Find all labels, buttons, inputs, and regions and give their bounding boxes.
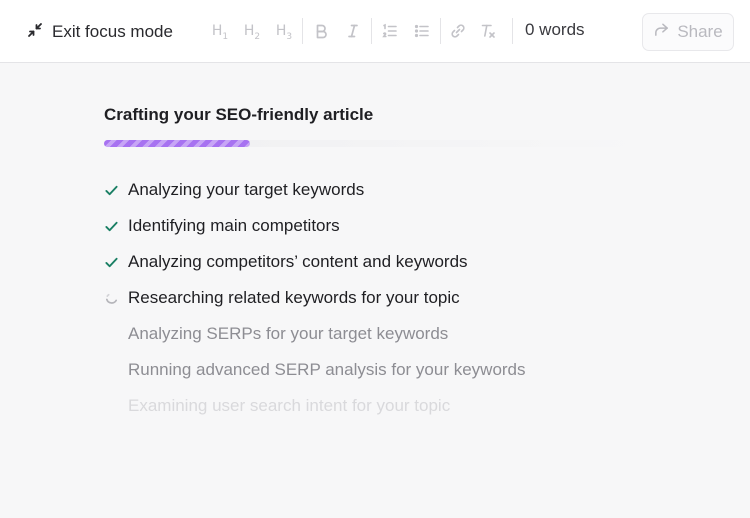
- step-placeholder: [104, 358, 128, 382]
- step-item: Examining user search intent for your to…: [104, 388, 624, 424]
- clear-formatting-icon: [479, 22, 497, 43]
- progress-bar-fill: [104, 140, 250, 147]
- link-icon: [449, 22, 467, 43]
- exit-focus-mode-button[interactable]: Exit focus mode: [26, 19, 173, 45]
- heading-1-button[interactable]: H1: [208, 20, 232, 44]
- step-label: Analyzing your target keywords: [128, 180, 365, 199]
- share-button[interactable]: Share: [642, 13, 734, 51]
- step-item: Running advanced SERP analysis for your …: [104, 352, 624, 388]
- step-label: Analyzing competitors’ content and keywo…: [128, 252, 468, 271]
- bullet-list-icon: [413, 22, 431, 43]
- page-title: Crafting your SEO-friendly article: [104, 105, 374, 124]
- bold-button[interactable]: [309, 20, 333, 44]
- step-item: Identifying main competitors: [104, 208, 624, 244]
- step-list: Analyzing your target keywords Identifyin…: [104, 172, 624, 424]
- progress-bar: [104, 140, 644, 147]
- step-label: Analyzing SERPs for your target keywords: [128, 324, 449, 343]
- numbered-list-button[interactable]: [378, 20, 402, 44]
- step-label: Identifying main competitors: [128, 216, 340, 235]
- numbered-list-icon: [381, 22, 399, 43]
- heading-2-icon: H2: [243, 22, 261, 42]
- step-placeholder: [104, 322, 128, 346]
- toolbar-divider: [302, 18, 303, 44]
- link-button[interactable]: [446, 20, 470, 44]
- exit-focus-mode-label: Exit focus mode: [52, 22, 173, 41]
- toolbar-divider: [371, 18, 372, 44]
- step-item: Analyzing your target keywords: [104, 172, 624, 208]
- clear-formatting-button[interactable]: [476, 20, 500, 44]
- italic-icon: [344, 22, 362, 43]
- editor-toolbar: Exit focus mode H1 H2 H3 0 words Share: [0, 0, 750, 63]
- heading-3-icon: H3: [275, 22, 293, 42]
- step-item: Analyzing SERPs for your target keywords: [104, 316, 624, 352]
- checkmark-icon: [104, 250, 128, 274]
- toolbar-divider: [512, 18, 513, 44]
- checkmark-icon: [104, 178, 128, 202]
- toolbar-divider: [440, 18, 441, 44]
- step-label: Examining user search intent for your to…: [128, 396, 451, 415]
- heading-3-button[interactable]: H3: [272, 20, 296, 44]
- share-label: Share: [677, 22, 723, 41]
- step-label: Researching related keywords for your to…: [128, 288, 460, 307]
- step-label: Running advanced SERP analysis for your …: [128, 360, 526, 379]
- heading-2-button[interactable]: H2: [240, 20, 264, 44]
- italic-button[interactable]: [341, 20, 365, 44]
- minimize-arrows-icon: [26, 21, 44, 44]
- heading-1-icon: H1: [211, 22, 229, 42]
- step-placeholder: [104, 394, 128, 418]
- step-item: Analyzing competitors’ content and keywo…: [104, 244, 624, 280]
- word-count: 0 words: [525, 20, 585, 39]
- bold-icon: [312, 22, 330, 43]
- step-item: Researching related keywords for your to…: [104, 280, 624, 316]
- bullet-list-button[interactable]: [410, 20, 434, 44]
- share-arrow-icon: [653, 21, 670, 43]
- loading-spinner-icon: [104, 286, 128, 310]
- checkmark-icon: [104, 214, 128, 238]
